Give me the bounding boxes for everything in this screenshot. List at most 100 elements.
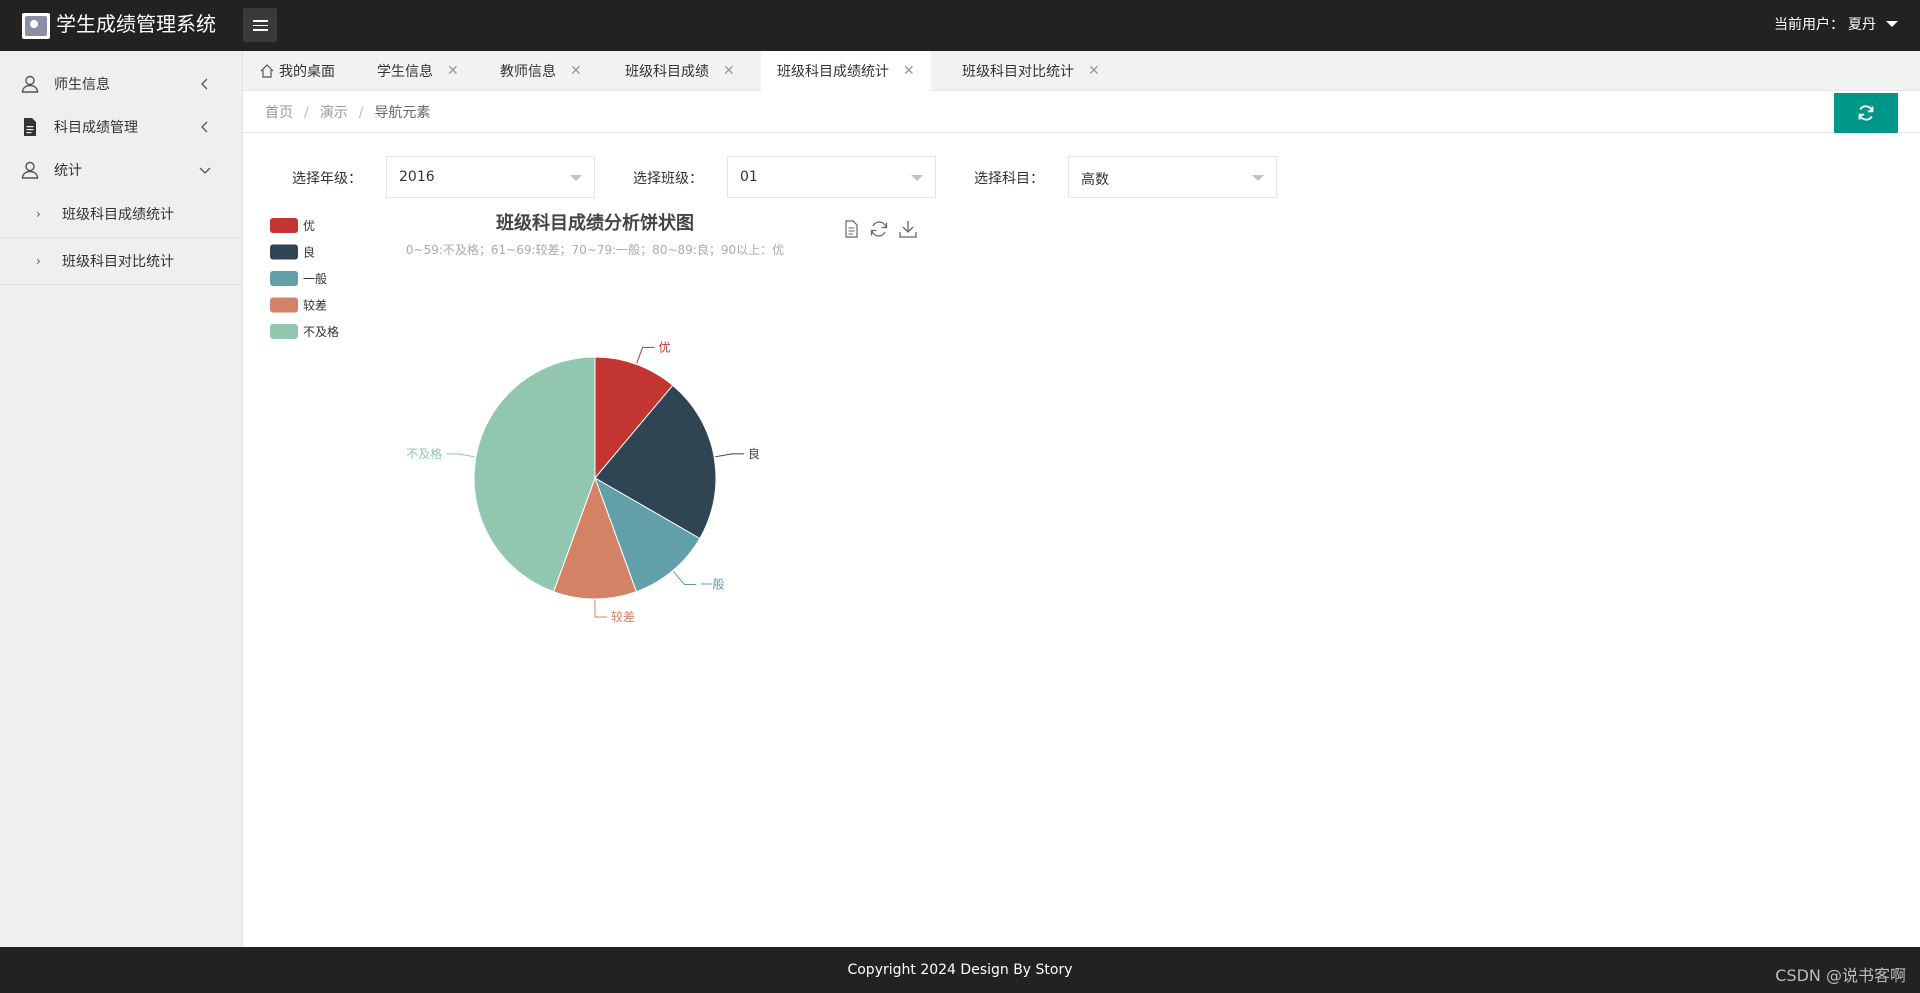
legend-label: 优 [303, 219, 315, 233]
grade-label: 选择年级： [292, 171, 362, 187]
sidebar-item-statistics[interactable]: 统计 [0, 148, 242, 191]
pie-label: 较差 [611, 609, 635, 624]
pie-label: 优 [659, 340, 671, 354]
pie-chart: 班级科目成绩分析饼状图 0~59:不及格；61~69:较差；70~79:一般；8… [270, 212, 917, 624]
subject-value: 高数 [1081, 172, 1109, 188]
class-select[interactable]: 01 [727, 156, 936, 198]
breadcrumb-demo[interactable]: 演示 [320, 105, 348, 121]
sidebar-item-people[interactable]: 师生信息 [0, 62, 242, 105]
tab-label: 班级科目成绩 [625, 64, 709, 80]
legend-item[interactable]: 较差 [270, 297, 327, 313]
legend-swatch [270, 297, 298, 313]
toolbox [845, 220, 917, 238]
refresh-button[interactable] [1834, 93, 1898, 133]
top-bar: 学生成绩管理系统 当前用户： 夏丹 [0, 0, 1920, 51]
close-icon[interactable]: ✕ [903, 63, 915, 79]
user-icon [21, 161, 39, 179]
copyright-text: Copyright 2024 Design By Story [847, 962, 1073, 978]
download-icon[interactable] [899, 221, 917, 238]
subject-label: 选择科目： [974, 171, 1044, 187]
close-icon[interactable]: ✕ [570, 63, 582, 79]
legend-label: 不及格 [303, 324, 339, 339]
tab-label: 教师信息 [500, 64, 556, 80]
tab-class-compare-stats[interactable]: 班级科目对比统计 ✕ [946, 51, 1116, 91]
class-value: 01 [740, 169, 758, 185]
user-menu[interactable]: 当前用户： 夏丹 [1774, 14, 1898, 34]
chart-legend: 优良一般较差不及格 [270, 218, 339, 339]
subject-select[interactable]: 高数 [1068, 156, 1277, 198]
sidebar: 师生信息 科目成绩管理 统计 › 班级科目成绩统计 › 班级科目对比统计 [0, 51, 243, 947]
legend-swatch [270, 244, 298, 260]
footer: Copyright 2024 Design By Story [0, 947, 1920, 993]
tab-class-grades[interactable]: 班级科目成绩 ✕ [609, 51, 751, 91]
chevron-down-icon [199, 167, 211, 174]
pie-label-line [715, 453, 744, 458]
chevron-left-icon [201, 78, 208, 89]
pie-label-line [446, 453, 475, 458]
user-icon [21, 75, 39, 93]
legend-swatch [270, 271, 298, 286]
legend-item[interactable]: 不及格 [270, 324, 339, 339]
sidebar-subitem-compare-stats[interactable]: › 班级科目对比统计 [0, 238, 242, 285]
chevron-right-icon: › [36, 254, 41, 268]
sidebar-subitem-class-stats[interactable]: › 班级科目成绩统计 [0, 191, 242, 238]
sidebar-subitem-label: 班级科目成绩统计 [62, 207, 174, 223]
legend-label: 较差 [303, 298, 327, 313]
refresh-icon [1858, 105, 1874, 121]
app-logo [22, 13, 50, 39]
grade-select[interactable]: 2016 [386, 156, 595, 198]
user-name: 夏丹 [1848, 17, 1876, 33]
document-icon [24, 117, 36, 136]
sidebar-item-grades[interactable]: 科目成绩管理 [0, 105, 242, 148]
sidebar-subitem-label: 班级科目对比统计 [62, 254, 174, 270]
restore-icon[interactable] [870, 221, 888, 237]
pie-label-line [594, 600, 607, 618]
pie-label-line [636, 346, 655, 364]
breadcrumb: 首页 / 演示 / 导航元素 [243, 91, 1920, 133]
user-label: 当前用户： [1774, 17, 1844, 33]
close-icon[interactable]: ✕ [447, 63, 459, 79]
tab-label: 班级科目对比统计 [962, 64, 1074, 80]
watermark: CSDN @说书客啊 [1775, 966, 1906, 985]
chart-subtitle: 0~59:不及格；61~69:较差；70~79:一般；80~89:良；90以上：… [406, 242, 784, 257]
caret-down-icon [1886, 21, 1898, 27]
dropdown-arrow-icon [570, 175, 582, 181]
legend-label: 一般 [303, 271, 327, 286]
sidebar-item-label: 统计 [54, 162, 82, 179]
pie-label: 不及格 [406, 446, 442, 461]
legend-swatch [270, 324, 298, 339]
sidebar-item-label: 科目成绩管理 [54, 119, 138, 136]
close-icon[interactable]: ✕ [1088, 63, 1100, 79]
tab-label: 班级科目成绩统计 [777, 64, 889, 80]
legend-label: 良 [303, 245, 315, 260]
pie-label: 一般 [700, 576, 724, 591]
data-view-icon[interactable] [845, 220, 858, 238]
breadcrumb-current: 导航元素 [374, 105, 431, 121]
chevron-left-icon [201, 121, 208, 132]
grade-value: 2016 [399, 169, 435, 185]
close-icon[interactable]: ✕ [723, 63, 735, 79]
tab-desktop[interactable]: 我的桌面 [243, 51, 351, 91]
filter-bar: 选择年级： 2016 选择班级： 01 选择科目： 高数 [243, 156, 1443, 198]
pie-slices [473, 356, 717, 600]
tab-label: 学生信息 [377, 64, 433, 80]
chevron-right-icon: › [36, 207, 41, 221]
dropdown-arrow-icon [911, 175, 923, 181]
menu-toggle-button[interactable] [243, 8, 277, 42]
pie-label: 良 [748, 446, 760, 461]
tab-label: 我的桌面 [279, 64, 335, 80]
legend-item[interactable]: 优 [270, 218, 315, 233]
class-label: 选择班级： [633, 171, 703, 187]
tab-class-grade-stats[interactable]: 班级科目成绩统计 ✕ [761, 51, 931, 91]
tab-bar: 我的桌面 学生信息 ✕ 教师信息 ✕ 班级科目成绩 ✕ 班级科目成绩统计 ✕ 班级科目对… [243, 51, 1920, 91]
pie-label-line [673, 571, 697, 585]
app-title: 学生成绩管理系统 [56, 12, 216, 36]
legend-item[interactable]: 一般 [270, 271, 327, 286]
legend-item[interactable]: 良 [270, 244, 315, 260]
sidebar-item-label: 师生信息 [54, 76, 110, 93]
tab-student-info[interactable]: 学生信息 ✕ [361, 51, 475, 91]
pie-chart-panel: 班级科目成绩分析饼状图 0~59:不及格；61~69:较差；70~79:一般；8… [243, 210, 943, 650]
breadcrumb-home[interactable]: 首页 [265, 105, 293, 121]
home-icon [260, 64, 274, 78]
tab-teacher-info[interactable]: 教师信息 ✕ [484, 51, 598, 91]
